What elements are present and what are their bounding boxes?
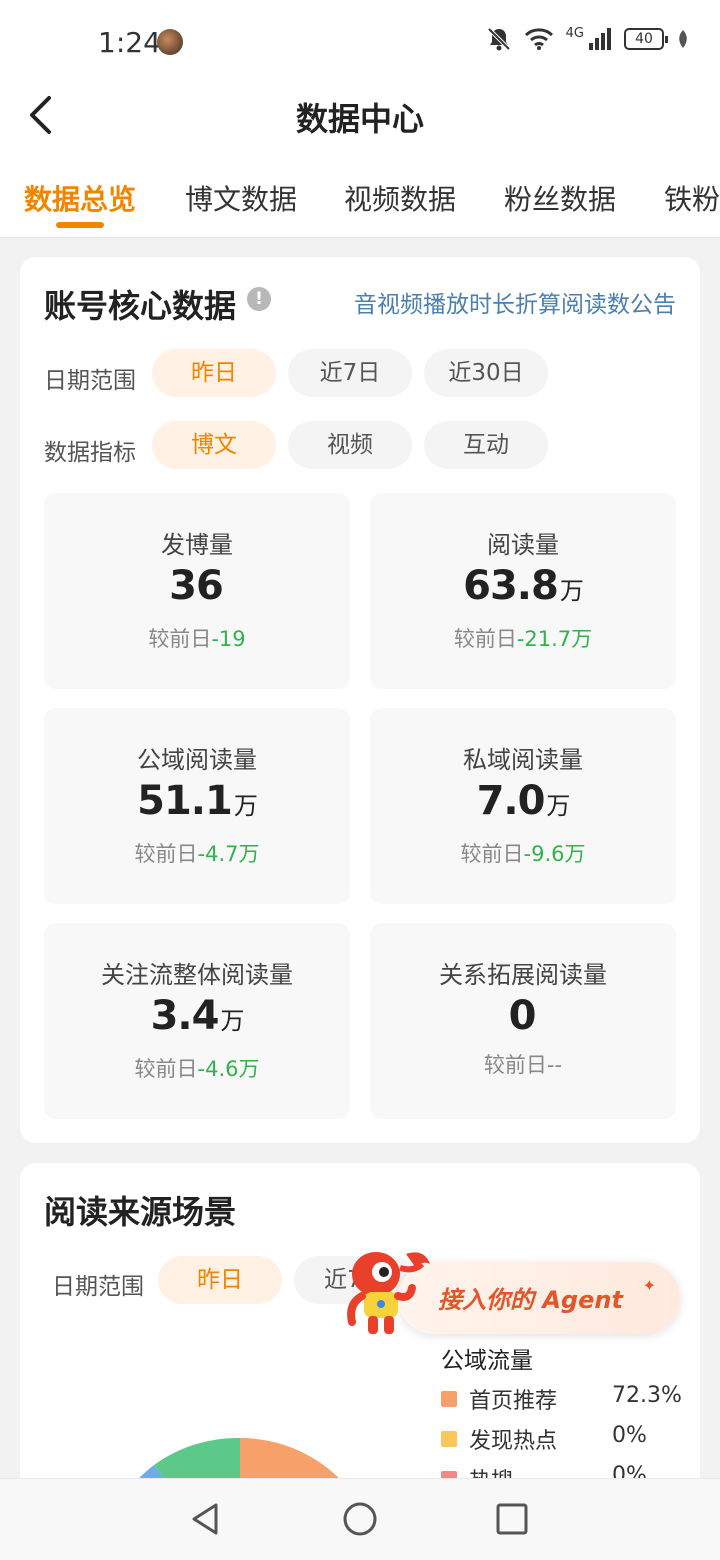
battery-icon: 40 <box>624 28 668 50</box>
tab-bar: 数据总览 博文数据 视频数据 粉丝数据 铁粉 <box>0 150 720 238</box>
tab-post-data[interactable]: 博文数据 <box>185 178 297 218</box>
page-title: 数据中心 <box>295 100 424 138</box>
info-icon[interactable]: ! <box>247 287 271 311</box>
reading-source-title: 阅读来源场景 <box>44 1193 237 1231</box>
sparkle-icon: ✦ <box>642 1276 656 1295</box>
stat-label: 公域阅读量 <box>137 746 257 774</box>
top-nav-bar: 数据中心 <box>0 84 720 150</box>
system-nav-bar <box>0 1478 720 1560</box>
metric-option-interaction[interactable]: 互动 <box>424 421 548 469</box>
stat-label: 阅读量 <box>487 531 559 559</box>
status-time: 1:24 <box>98 26 161 59</box>
stat-card[interactable]: 关注流整体阅读量 3.4万 较前日-4.6万 <box>44 923 350 1119</box>
tab-iron-fans[interactable]: 铁粉 <box>664 178 720 218</box>
legend-name: 热搜 <box>469 1463 513 1479</box>
metric-label: 数据指标 <box>44 440 136 466</box>
nav-home-circle-icon[interactable] <box>340 1499 380 1539</box>
source-date-range-label: 日期范围 <box>52 1274 144 1300</box>
metric-option-post[interactable]: 博文 <box>152 421 276 469</box>
date-option-7days[interactable]: 近7日 <box>288 349 412 397</box>
metric-option-video[interactable]: 视频 <box>288 421 412 469</box>
status-bar: 1:24 4G 40 <box>0 0 720 84</box>
stat-compare: 较前日-21.7万 <box>453 627 593 651</box>
status-icons: 4G 40 <box>486 26 690 52</box>
legend-item: 发现热点 0% <box>441 1423 681 1454</box>
notice-link[interactable]: 音视频播放时长折算阅读数公告 <box>354 285 676 319</box>
stat-value: 7.0万 <box>476 778 571 824</box>
agent-banner-button[interactable]: 接入你的 Agent ✦ <box>398 1262 680 1334</box>
legend-title: 公域流量 <box>441 1348 533 1374</box>
stat-compare: 较前日-4.7万 <box>134 842 260 866</box>
legend-name: 首页推荐 <box>469 1389 558 1414</box>
stat-label: 私域阅读量 <box>463 746 583 774</box>
status-avatar-icon <box>157 29 183 55</box>
date-option-30days[interactable]: 近30日 <box>424 349 548 397</box>
date-option-yesterday[interactable]: 昨日 <box>152 349 276 397</box>
mascot-lobster-icon[interactable] <box>346 1244 438 1340</box>
stat-value: 3.4万 <box>150 993 245 1039</box>
stat-value: 63.8万 <box>463 563 584 609</box>
legend-item: 热搜 0% <box>441 1463 681 1479</box>
tab-active-indicator <box>56 222 104 228</box>
stat-label: 关注流整体阅读量 <box>101 961 293 989</box>
legend-swatch <box>441 1431 457 1447</box>
tab-overview[interactable]: 数据总览 <box>24 178 136 218</box>
legend-value: 0% <box>612 1463 647 1479</box>
nav-back-triangle-icon[interactable] <box>186 1499 226 1539</box>
stat-compare: 较前日-- <box>483 1053 563 1077</box>
legend-value: 0% <box>612 1423 647 1448</box>
signal-icon <box>589 28 611 50</box>
stat-card[interactable]: 阅读量 63.8万 较前日-21.7万 <box>370 493 676 689</box>
stat-card[interactable]: 关系拓展阅读量 0 较前日-- <box>370 923 676 1119</box>
network-type: 4G <box>565 26 584 41</box>
legend-item: 首页推荐 72.3% <box>441 1383 682 1414</box>
legend-swatch <box>441 1391 457 1407</box>
stat-compare: 较前日-4.6万 <box>134 1057 260 1081</box>
wifi-icon <box>524 28 553 50</box>
agent-banner-text: 接入你的 Agent <box>438 1286 623 1314</box>
tab-fans-data[interactable]: 粉丝数据 <box>504 178 616 218</box>
stat-label: 发博量 <box>161 531 233 559</box>
stat-value: 36 <box>169 563 224 609</box>
stat-compare: 较前日-9.6万 <box>460 842 586 866</box>
source-date-option-yesterday[interactable]: 昨日 <box>158 1256 282 1304</box>
leaf-icon <box>679 30 687 48</box>
legend-value: 72.3% <box>612 1383 682 1408</box>
stat-label: 关系拓展阅读量 <box>439 961 607 989</box>
stat-value: 51.1万 <box>137 778 258 824</box>
stat-card[interactable]: 私域阅读量 7.0万 较前日-9.6万 <box>370 708 676 904</box>
stat-value: 0 <box>508 993 537 1039</box>
mute-bell-icon <box>487 27 511 51</box>
stat-card[interactable]: 公域阅读量 51.1万 较前日-4.7万 <box>44 708 350 904</box>
tab-video-data[interactable]: 视频数据 <box>344 178 456 218</box>
stat-compare: 较前日-19 <box>148 627 246 651</box>
date-range-label: 日期范围 <box>44 368 136 394</box>
legend-name: 发现热点 <box>469 1429 558 1454</box>
core-data-title: 账号核心数据 <box>44 287 237 325</box>
nav-recents-square-icon[interactable] <box>492 1499 532 1539</box>
core-data-card: 账号核心数据 ! 音视频播放时长折算阅读数公告 日期范围 昨日 近7日 近30日… <box>20 257 700 1143</box>
stat-card[interactable]: 发博量 36 较前日-19 <box>44 493 350 689</box>
